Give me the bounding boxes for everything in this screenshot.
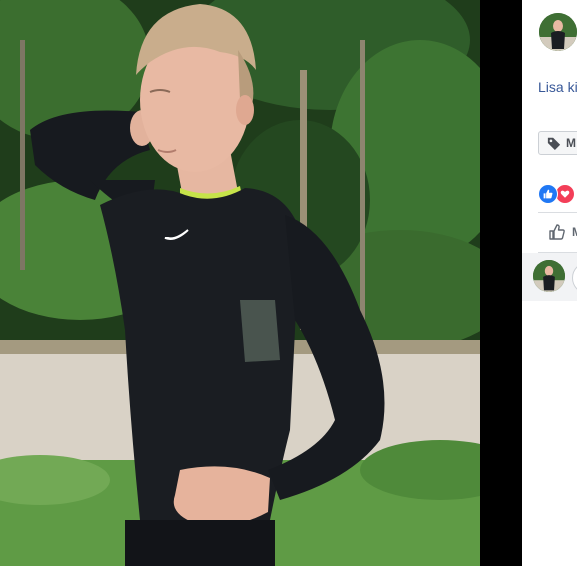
side-panel: Lisa ki M M [522, 0, 577, 566]
photo-viewer: Lisa ki M M [0, 0, 577, 566]
like-reaction-icon [538, 184, 558, 204]
reaction-summary[interactable] [538, 184, 575, 204]
tag-button-label: M [566, 136, 576, 150]
commenter-avatar [533, 260, 565, 292]
like-action-label: M [572, 225, 577, 239]
photo-stage[interactable] [0, 0, 480, 566]
like-button[interactable]: M [548, 223, 577, 241]
comment-input[interactable] [572, 262, 577, 294]
photo [0, 0, 480, 566]
photo-caption: Lisa ki [538, 79, 577, 95]
tag-icon [547, 137, 561, 150]
divider [538, 212, 577, 213]
thumbs-up-icon [549, 224, 565, 240]
author-avatar[interactable] [539, 13, 577, 51]
comment-composer [522, 253, 577, 301]
love-reaction-icon [555, 184, 575, 204]
tag-photo-button[interactable]: M [538, 131, 577, 155]
avatar-image [539, 13, 577, 51]
